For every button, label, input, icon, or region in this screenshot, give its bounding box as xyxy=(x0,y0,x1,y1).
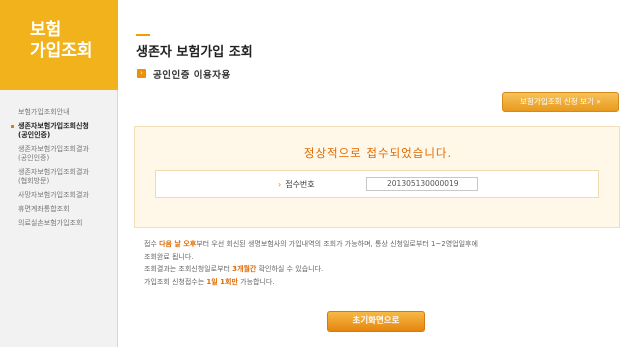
view-application-button[interactable]: 보험가입조회 신청 보기 » xyxy=(502,92,619,112)
sub-title: 공인인증 이용자용 xyxy=(153,70,231,81)
sidebar-item-living-result-cert[interactable]: 생존자보험가입조회결과 (공인인증) xyxy=(0,145,118,163)
sidebar-item-living-result-visit[interactable]: 생존자보험가입조회결과 (협회방문) xyxy=(0,168,118,186)
note-line-2: 조회완료 됩니다. xyxy=(144,252,194,261)
title-accent-bar xyxy=(136,34,150,36)
sidebar-item-living-inquiry-apply[interactable]: 생존자보험가입조회신청 (공인인증) xyxy=(0,122,118,140)
receipt-label: › 접수번호 xyxy=(278,180,315,189)
sidebar-title-line2: 가입조회 xyxy=(30,41,93,61)
notes: 접수 다음 날 오후부터 우선 회신된 생명보험사의 가입내역의 조회가 가능하… xyxy=(144,238,478,288)
page-title: 생존자 보험가입 조회 xyxy=(136,45,253,60)
note-line-3: 조회결과는 조회신청일로부터 3개월간 확인하실 수 있습니다. xyxy=(144,265,324,273)
sidebar-item-medical-insurance[interactable]: 의료실손보험가입조회 xyxy=(0,219,118,228)
receipt-row: › 접수번호 201305130000019 xyxy=(155,170,599,198)
note-line-1: 접수 다음 날 오후부터 우선 회신된 생명보험사의 가입내역의 조회가 가능하… xyxy=(144,240,478,248)
result-message: 정상적으로 접수되었습니다. xyxy=(303,146,453,160)
sidebar: 보험 가입조회 보험가입조회안내 생존자보험가입조회신청 (공인인증) 생존자보… xyxy=(0,0,118,347)
receipt-number-field[interactable]: 201305130000019 xyxy=(366,177,478,191)
bullet-arrow-icon: › xyxy=(278,180,282,189)
sidebar-item-deceased-result[interactable]: 사망자보험가입조회결과 xyxy=(0,191,118,200)
arrow-right-icon: › xyxy=(137,69,146,78)
note-line-4: 가입조회 신청접수는 1일 1회만 가능합니다. xyxy=(144,277,275,286)
result-box: 정상적으로 접수되었습니다. › 접수번호 201305130000019 xyxy=(134,126,620,228)
sidebar-menu: 보험가입조회안내 생존자보험가입조회신청 (공인인증) 생존자보험가입조회결과 … xyxy=(0,108,118,233)
sidebar-title-line1: 보험 xyxy=(30,20,62,40)
sidebar-item-dormant-account[interactable]: 휴면계좌통합조회 xyxy=(0,205,118,214)
go-home-button[interactable]: 초기화면으로 xyxy=(327,311,425,332)
sidebar-item-insurance-inquiry-guide[interactable]: 보험가입조회안내 xyxy=(0,108,118,117)
sidebar-header: 보험 가입조회 xyxy=(0,0,118,90)
